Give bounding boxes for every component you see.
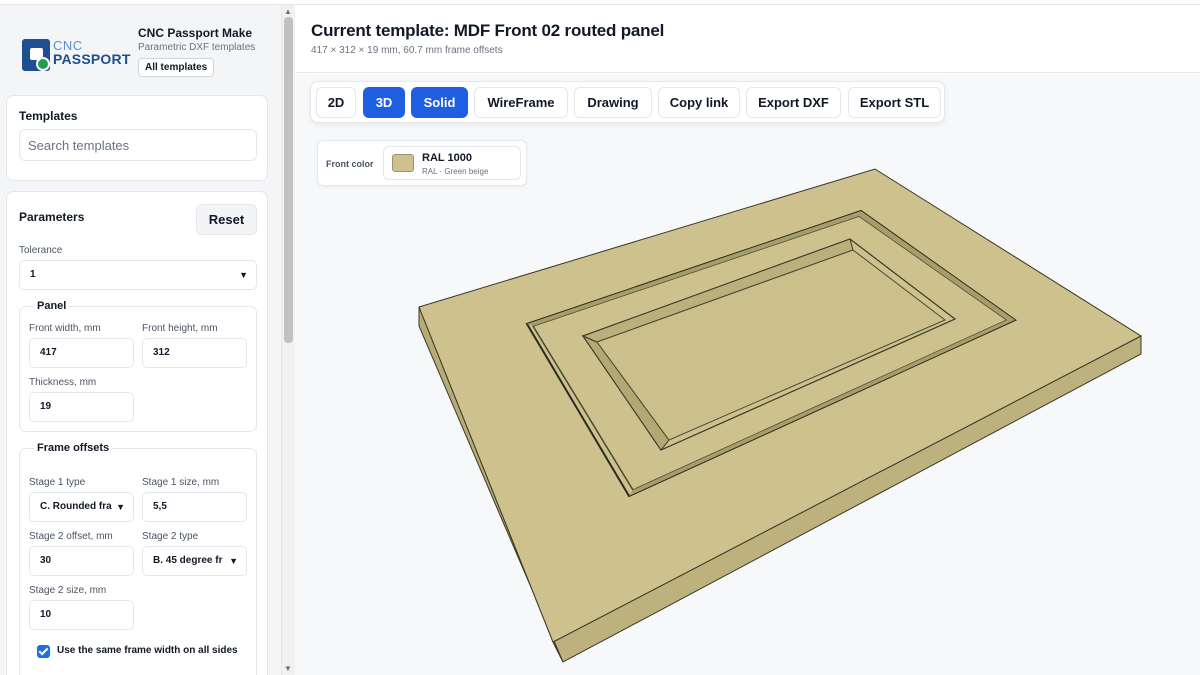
chevron-down-icon: ▼ [229, 556, 238, 566]
3d-viewport[interactable]: 2D 3D Solid WireFrame Drawing Copy link … [295, 74, 1200, 675]
front-height-label: Front height, mm [142, 323, 218, 334]
view-3d-button[interactable]: 3D [363, 87, 405, 118]
color-name: RAL · Green beige [422, 167, 489, 176]
export-stl-button[interactable]: Export STL [848, 87, 941, 118]
panel-legend: Panel [34, 300, 70, 312]
tolerance-value: 1 [30, 269, 36, 280]
color-swatch [392, 154, 414, 172]
brand-header: CNC PASSPORT CNC Passport Make Parametri… [0, 5, 281, 89]
brand-subtitle: Parametric DXF templates [138, 42, 256, 53]
front-color-label: Front color [326, 159, 374, 169]
same-width-checkbox[interactable] [37, 645, 50, 658]
stage2-type-label: Stage 2 type [142, 531, 199, 542]
parameters-card: Parameters Reset Tolerance 1 ▼ Panel Fro… [6, 191, 268, 675]
tolerance-select[interactable]: 1 ▼ [19, 260, 257, 290]
stage1-type-label: Stage 1 type [29, 477, 86, 488]
stage2-offset-label: Stage 2 offset, mm [29, 531, 113, 542]
frame-offsets-legend: Frame offsets [34, 442, 113, 454]
scroll-down-icon[interactable]: ▼ [284, 664, 292, 673]
stage1-type-select[interactable]: C. Rounded fra ▼ [29, 492, 134, 522]
stage1-size-label: Stage 1 size, mm [142, 477, 220, 488]
sidebar: CNC PASSPORT CNC Passport Make Parametri… [0, 5, 281, 675]
sidebar-scrollbar[interactable]: ▲ ▼ [281, 5, 295, 675]
view-2d-button[interactable]: 2D [316, 87, 356, 118]
search-input[interactable] [19, 129, 257, 161]
page-subtitle: 417 × 312 × 19 mm, 60.7 mm frame offsets [311, 45, 503, 56]
thickness-input[interactable]: 19 [29, 392, 134, 422]
scroll-up-icon[interactable]: ▲ [284, 7, 292, 16]
check-badge-icon [36, 57, 50, 71]
scrollbar-thumb[interactable] [284, 17, 293, 343]
main-header: Current template: MDF Front 02 routed pa… [295, 5, 1200, 73]
front-height-input[interactable]: 312 [142, 338, 247, 368]
stage2-type-value: B. 45 degree fr [153, 555, 223, 566]
passport-icon [22, 39, 50, 71]
stage2-size-input[interactable]: 10 [29, 600, 134, 630]
logo-text-bottom: PASSPORT [53, 51, 131, 67]
templates-card: Templates [6, 95, 268, 181]
templates-title: Templates [19, 109, 78, 123]
panel-fieldset: Panel Front width, mm 417 Front height, … [19, 300, 257, 432]
stage1-size-input[interactable]: 5,5 [142, 492, 247, 522]
chevron-down-icon: ▼ [116, 502, 125, 512]
front-color-select[interactable]: RAL 1000 RAL · Green beige [383, 146, 521, 180]
export-dxf-button[interactable]: Export DXF [746, 87, 841, 118]
tolerance-label: Tolerance [19, 245, 63, 256]
stage1-type-value: C. Rounded fra [40, 501, 112, 512]
stage2-offset-input[interactable]: 30 [29, 546, 134, 576]
front-width-label: Front width, mm [29, 323, 101, 334]
view-toolbar: 2D 3D Solid WireFrame Drawing Copy link … [310, 81, 945, 123]
thickness-label: Thickness, mm [29, 377, 97, 388]
wireframe-mode-button[interactable]: WireFrame [474, 87, 568, 118]
drawing-button[interactable]: Drawing [574, 87, 652, 118]
front-width-input[interactable]: 417 [29, 338, 134, 368]
chevron-down-icon: ▼ [239, 270, 248, 280]
parameters-title: Parameters [19, 210, 85, 224]
solid-mode-button[interactable]: Solid [411, 87, 468, 118]
copy-link-button[interactable]: Copy link [658, 87, 740, 118]
front-color-card: Front color RAL 1000 RAL · Green beige [317, 140, 527, 186]
same-width-label[interactable]: Use the same frame width on all sides [57, 645, 238, 656]
all-templates-button[interactable]: All templates [138, 58, 215, 77]
stage2-type-select[interactable]: B. 45 degree fr ▼ [142, 546, 247, 576]
brand-name: CNC Passport Make [138, 26, 253, 40]
color-code: RAL 1000 [422, 152, 472, 164]
page-title: Current template: MDF Front 02 routed pa… [311, 21, 665, 40]
stage2-size-label: Stage 2 size, mm [29, 585, 107, 596]
reset-button[interactable]: Reset [196, 204, 257, 235]
frame-offsets-fieldset: Frame offsets Stage 1 type C. Rounded fr… [19, 442, 257, 675]
brand-logo[interactable]: CNC PASSPORT [22, 37, 130, 75]
